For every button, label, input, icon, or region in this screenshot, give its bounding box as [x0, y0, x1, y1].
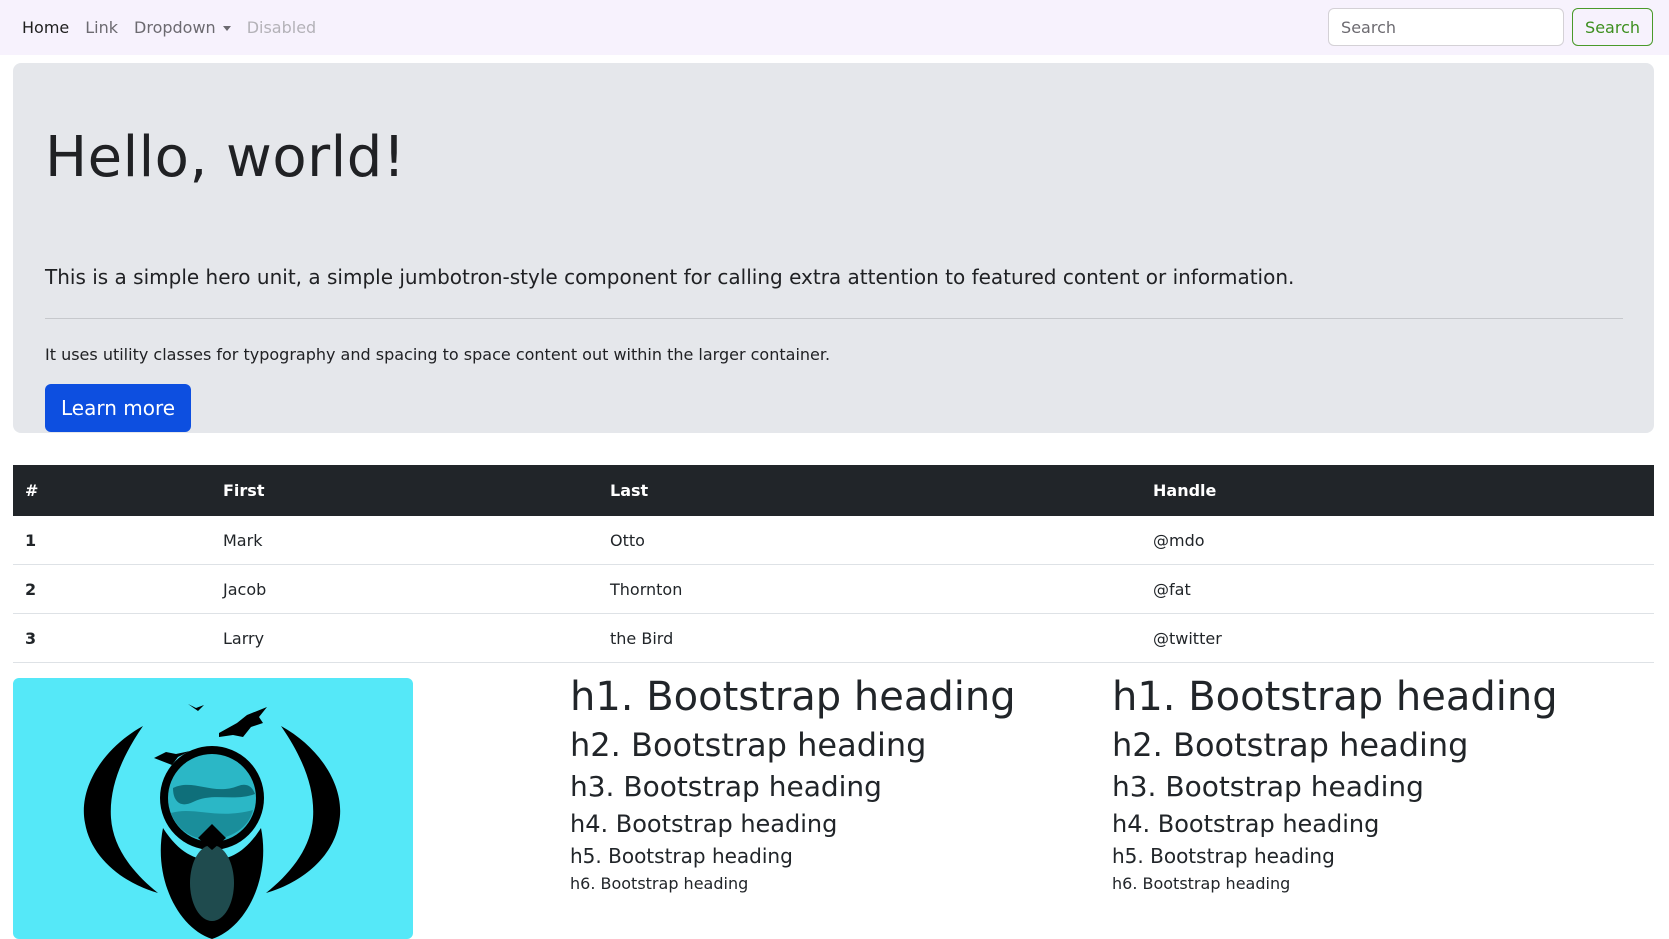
hero-divider	[45, 318, 1623, 319]
table-header-first: First	[223, 481, 265, 500]
table-cell-handle: @fat	[1141, 564, 1654, 614]
heading-h4: h4. Bootstrap heading	[570, 810, 838, 838]
heading-h4: h4. Bootstrap heading	[1112, 810, 1380, 838]
table-header-last: Last	[610, 481, 649, 500]
search-input[interactable]	[1328, 8, 1565, 46]
headings-column-right: h1. Bootstrap heading h2. Bootstrap head…	[1112, 673, 1558, 899]
search-button[interactable]: Search	[1572, 8, 1653, 46]
heading-h1: h1. Bootstrap heading	[1112, 674, 1558, 720]
heading-h1: h1. Bootstrap heading	[570, 674, 1016, 720]
table-header-row: # First Last Handle	[13, 465, 1654, 516]
eagle-emblem-icon	[83, 704, 341, 939]
hero-unit: Hello, world! This is a simple hero unit…	[13, 63, 1654, 433]
table-cell-handle: @twitter	[1141, 613, 1654, 663]
table-header-number: #	[25, 481, 39, 500]
hero-title: Hello, world!	[45, 125, 406, 190]
heading-h2: h2. Bootstrap heading	[1112, 726, 1469, 764]
heading-h2: h2. Bootstrap heading	[570, 726, 927, 764]
table-cell-first: Larry	[211, 613, 598, 663]
nav-dropdown-label: Dropdown	[134, 18, 216, 37]
caret-down-icon	[222, 26, 231, 31]
nav-links: Home Link Dropdown Disabled	[22, 18, 332, 37]
heading-h3: h3. Bootstrap heading	[570, 770, 882, 803]
nav-link-disabled: Disabled	[246, 18, 317, 37]
table-cell-handle: @mdo	[1141, 516, 1654, 565]
table-cell-first: Mark	[211, 516, 598, 565]
table-cell-number: 3	[13, 613, 211, 663]
hero-text: It uses utility classes for typography a…	[45, 345, 831, 364]
table-row: 1 Mark Otto @mdo	[13, 516, 1654, 565]
learn-more-button[interactable]: Learn more	[45, 384, 192, 432]
heading-h3: h3. Bootstrap heading	[1112, 770, 1424, 803]
table-cell-last: the Bird	[598, 613, 1141, 663]
table-cell-first: Jacob	[211, 564, 598, 614]
table-head: # First Last Handle	[13, 465, 1654, 516]
search-form: Search	[1328, 8, 1653, 46]
nav-dropdown[interactable]: Dropdown	[134, 18, 231, 37]
table-row: 2 Jacob Thornton @fat	[13, 564, 1654, 614]
table-cell-last: Thornton	[598, 564, 1141, 614]
table-header-handle: Handle	[1153, 481, 1217, 500]
heading-h5: h5. Bootstrap heading	[570, 844, 793, 868]
data-table: # First Last Handle 1 Mark Otto @mdo 2 J…	[13, 465, 1654, 663]
heading-h6: h6. Bootstrap heading	[570, 874, 749, 893]
heading-h6: h6. Bootstrap heading	[1112, 874, 1291, 893]
nav-link-home[interactable]: Home	[22, 18, 69, 37]
table-cell-number: 2	[13, 564, 211, 614]
heading-h5: h5. Bootstrap heading	[1112, 844, 1335, 868]
headings-column-left: h1. Bootstrap heading h2. Bootstrap head…	[570, 673, 1016, 899]
hero-lead: This is a simple hero unit, a simple jum…	[45, 265, 1295, 289]
table-row: 3 Larry the Bird @twitter	[13, 613, 1654, 663]
table-cell-number: 1	[13, 516, 211, 565]
table-cell-last: Otto	[598, 516, 1141, 565]
navbar: Home Link Dropdown Disabled Search	[0, 0, 1669, 55]
nav-link-link[interactable]: Link	[85, 18, 118, 37]
logo-image	[13, 678, 413, 939]
table-body: 1 Mark Otto @mdo 2 Jacob Thornton @fat 3…	[13, 516, 1654, 663]
